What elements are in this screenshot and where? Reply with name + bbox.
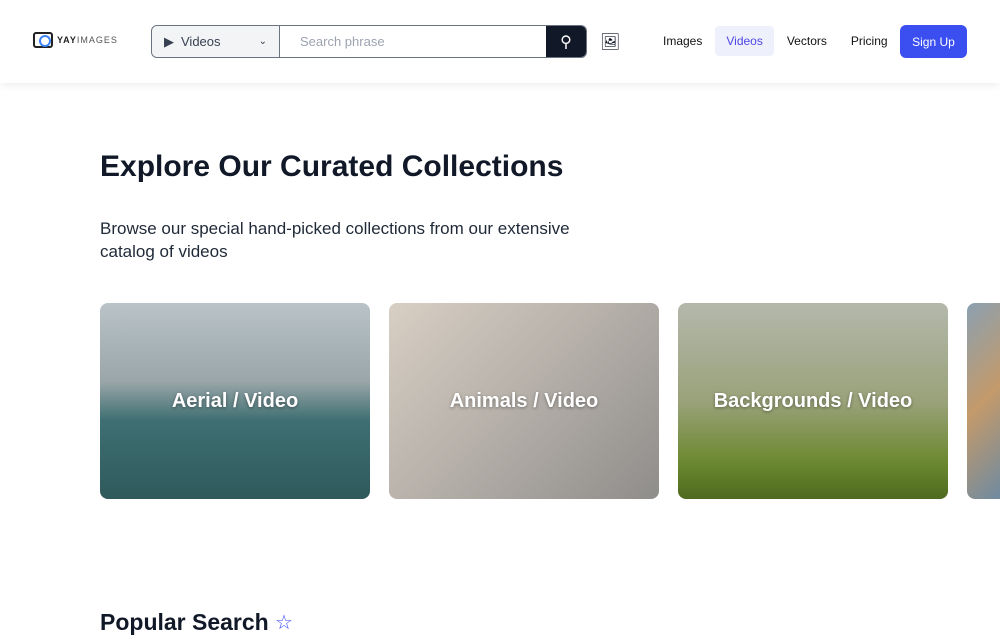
page-title: Explore Our Curated Collections: [100, 150, 564, 183]
search-icon: ⚲: [560, 33, 572, 51]
nav-vectors[interactable]: Vectors: [776, 26, 838, 56]
video-icon: ▶: [164, 33, 174, 49]
collection-card-next[interactable]: [967, 303, 1000, 499]
page-subtitle: Browse our special hand-picked collectio…: [100, 219, 570, 261]
search-button[interactable]: ⚲: [546, 26, 586, 57]
chevron-down-icon: ⌄: [258, 36, 267, 47]
camera-icon: [33, 32, 53, 48]
image-search-icon[interactable]: 🖼: [600, 32, 620, 52]
main-nav: Images Videos Vectors Pricing: [652, 26, 901, 56]
star-icon: ☆: [275, 612, 293, 634]
collection-label: Aerial / Video: [171, 389, 299, 412]
collection-label: Backgrounds / Video: [713, 389, 913, 412]
nav-videos[interactable]: Videos: [715, 26, 774, 56]
search-input[interactable]: [280, 26, 546, 57]
logo-text: IMAGES: [76, 35, 118, 45]
collection-card-aerial[interactable]: Aerial / Video: [100, 303, 370, 499]
collection-label: Animals / Video: [449, 389, 599, 412]
logo-text-bold: YAY: [57, 35, 77, 45]
header: YAYIMAGES ▶ Videos ⌄ ⚲ 🖼 Images Videos Vec…: [0, 0, 1000, 83]
collection-card-animals[interactable]: Animals / Video: [389, 303, 659, 499]
popular-search-title: Popular Search: [100, 609, 269, 635]
search-bar: ▶ Videos ⌄ ⚲: [151, 25, 587, 58]
search-type-label: Videos: [181, 34, 221, 49]
nav-images[interactable]: Images: [652, 26, 713, 56]
collection-card-backgrounds[interactable]: Backgrounds / Video: [678, 303, 948, 499]
nav-pricing[interactable]: Pricing: [840, 26, 899, 56]
sign-up-button[interactable]: Sign Up: [900, 25, 967, 58]
search-type-select[interactable]: ▶ Videos ⌄: [152, 26, 280, 57]
logo[interactable]: YAYIMAGES: [33, 32, 118, 48]
